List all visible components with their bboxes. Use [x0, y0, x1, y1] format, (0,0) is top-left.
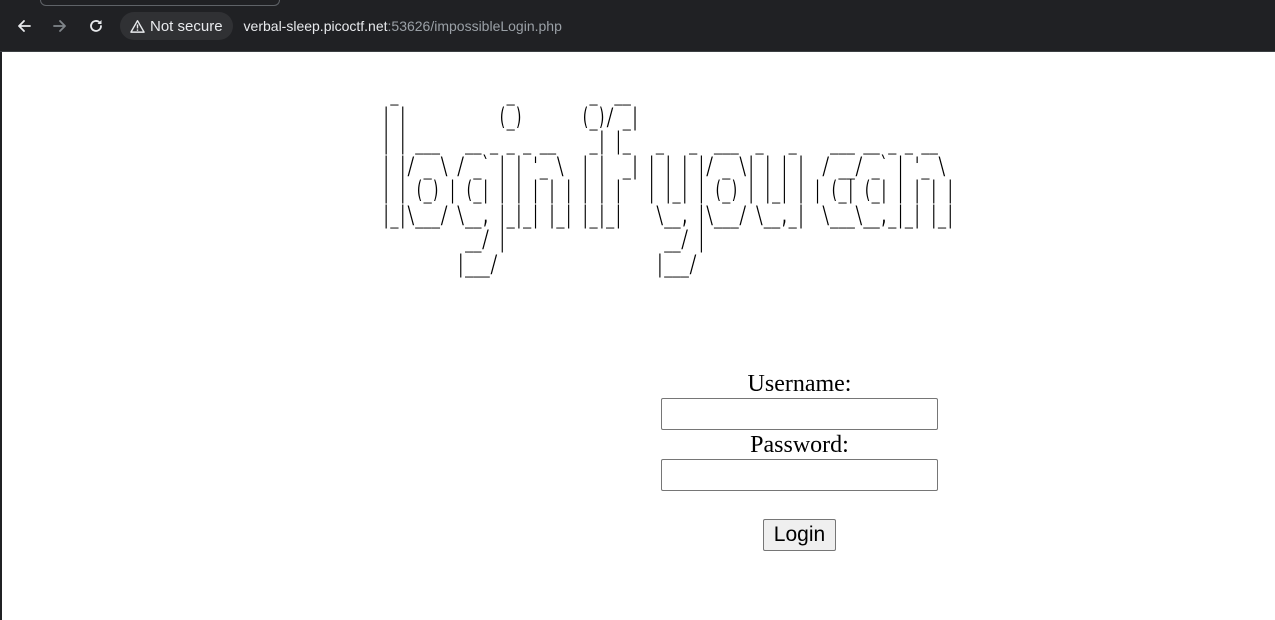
arrow-right-icon — [53, 20, 66, 32]
login-form: Username: Password: Login — [661, 370, 938, 551]
url-path: :53626/impossibleLogin.php — [387, 18, 562, 34]
active-tab-edge — [40, 0, 280, 6]
reload-icon — [90, 20, 102, 32]
login-button[interactable]: Login — [763, 519, 836, 551]
browser-toolbar: Not secure verbal-sleep.picoctf.net:5362… — [0, 0, 1275, 52]
ascii-art-banner: _ _ _ __ | | (_) (_)/ _| | | ___ __ _ _ … — [382, 77, 955, 278]
warning-triangle-icon — [130, 19, 145, 33]
security-indicator[interactable]: Not secure — [120, 12, 233, 40]
address-bar[interactable]: Not secure verbal-sleep.picoctf.net:5362… — [120, 10, 1260, 42]
security-label: Not secure — [150, 17, 223, 35]
back-button[interactable] — [10, 12, 38, 40]
url-host: verbal-sleep.picoctf.net — [243, 18, 388, 34]
reload-button[interactable] — [82, 12, 110, 40]
forward-button[interactable] — [46, 12, 74, 40]
username-label: Username: — [747, 371, 852, 397]
password-input[interactable] — [661, 459, 938, 491]
page-viewport: _ _ _ __ | | (_) (_)/ _| | | ___ __ _ _ … — [0, 52, 1275, 620]
url-text[interactable]: verbal-sleep.picoctf.net:53626/impossibl… — [244, 18, 562, 34]
password-label: Password: — [750, 432, 849, 458]
username-input[interactable] — [661, 398, 938, 430]
arrow-left-icon — [18, 20, 31, 32]
